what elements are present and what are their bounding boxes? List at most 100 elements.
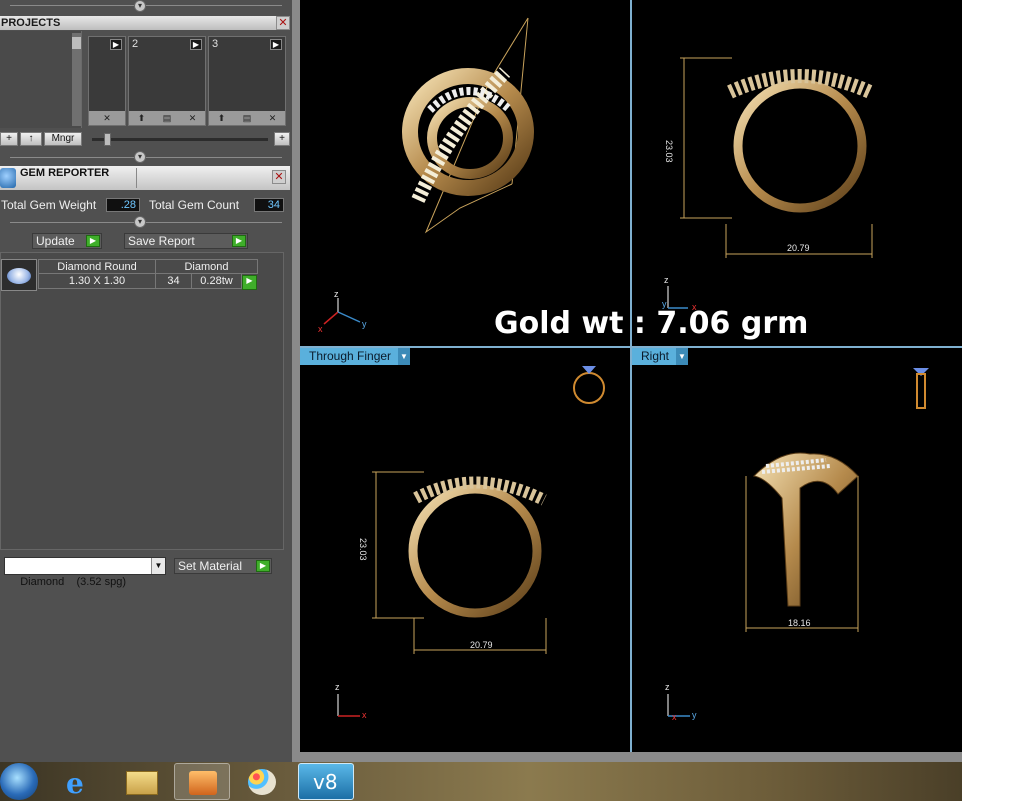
axis-label-z: z: [335, 682, 340, 692]
taskbar: e v8: [0, 762, 962, 801]
x-axis-line: [323, 311, 339, 325]
start-orb-icon[interactable]: [0, 763, 38, 800]
ring-band: [733, 79, 867, 213]
chevron-down-icon[interactable]: ▼: [676, 348, 688, 365]
v8-app-icon[interactable]: v8: [298, 763, 354, 800]
projects-header: PROJECTS: [0, 16, 290, 30]
project-slot-3[interactable]: 3 ▶ ⬆ ▤ ✕: [208, 36, 286, 126]
save-icon[interactable]: ▤: [163, 113, 172, 124]
zoom-slider-track[interactable]: [92, 133, 268, 146]
gem-reporter-header: GEM REPORTER: [0, 166, 290, 190]
zoom-in-button[interactable]: +: [274, 132, 290, 146]
axis-label-z: z: [334, 289, 339, 299]
add-project-button[interactable]: +: [0, 132, 18, 146]
table-cell-weight: 0.28tw: [192, 274, 242, 289]
width-dimension: 20.79: [470, 640, 493, 650]
splitter-handle[interactable]: ▾: [134, 216, 146, 228]
slot-arrow-icon[interactable]: ▶: [270, 39, 282, 50]
ring-side-profile: [752, 452, 859, 607]
right-ring-render: 18.16 z x y: [665, 368, 929, 722]
front-ring-render: 23.03 20.79 z y x: [662, 57, 873, 312]
view-selector-label: Right: [641, 349, 670, 363]
projects-close-button[interactable]: ✕: [276, 16, 290, 30]
axis-label-y: y: [692, 710, 697, 720]
manager-button[interactable]: Mngr: [44, 132, 82, 146]
set-material-go-icon[interactable]: ▶: [256, 560, 270, 572]
file-explorer-icon[interactable]: [114, 763, 170, 800]
height-dimension: 23.03: [664, 140, 674, 163]
axis-label-y: y: [362, 319, 367, 329]
gem-reporter-icon: [0, 168, 16, 188]
gem-thumbnail[interactable]: [1, 259, 37, 291]
save-report-button[interactable]: Save Report ▶: [124, 233, 248, 249]
splitter-handle[interactable]: ▾: [134, 0, 146, 12]
gem-reporter-title: GEM REPORTER: [20, 167, 110, 179]
front-view[interactable]: 23.03 20.79 z y x: [632, 0, 962, 346]
load-icon[interactable]: ⬆: [218, 113, 226, 124]
table-cell-count: 34: [156, 274, 192, 289]
internet-explorer-icon[interactable]: e: [54, 763, 110, 800]
splitter-line: [10, 222, 282, 223]
total-gem-weight-value: .28: [106, 198, 140, 212]
update-button[interactable]: Update ▶: [32, 233, 102, 249]
slot-arrow-icon[interactable]: ▶: [190, 39, 202, 50]
set-material-button[interactable]: Set Material ▶: [174, 558, 272, 574]
chevron-down-icon[interactable]: ▼: [398, 348, 410, 365]
axis-label-x: x: [362, 710, 367, 720]
projects-scrollbar[interactable]: [72, 33, 81, 126]
bounding-line: [424, 17, 529, 234]
slot-number: 2: [132, 38, 139, 50]
load-icon[interactable]: ⬆: [138, 113, 146, 124]
row-go-icon[interactable]: ▶: [242, 275, 257, 290]
projects-list[interactable]: [0, 31, 82, 128]
move-up-button[interactable]: ↑: [20, 132, 42, 146]
right-view[interactable]: 18.16 z x y Right ▼: [632, 348, 962, 752]
delete-icon[interactable]: ✕: [103, 113, 111, 124]
table-cell-size: 1.30 X 1.30: [38, 274, 156, 289]
zoom-slider-handle[interactable]: [104, 133, 111, 146]
axis-label-x: x: [672, 712, 677, 722]
set-material-label: Set Material: [178, 559, 243, 573]
view-orientation-icon: [913, 368, 929, 409]
save-icon[interactable]: ▤: [243, 113, 252, 124]
delete-icon[interactable]: ✕: [189, 113, 197, 124]
scroll-thumb[interactable]: [72, 37, 81, 49]
project-slot-2[interactable]: 2 ▶ ⬆ ▤ ✕: [128, 36, 206, 126]
width-dimension: 20.79: [787, 243, 810, 253]
axis-label-z: z: [665, 682, 670, 692]
paint-icon[interactable]: [234, 763, 290, 800]
perspective-ring-render: z x y: [318, 17, 534, 334]
splitter-handle[interactable]: ▾: [134, 151, 146, 163]
table-header-cell: Diamond: [156, 259, 258, 274]
splitter-line: [10, 157, 282, 158]
gem-reporter-close-button[interactable]: ✕: [272, 170, 286, 184]
height-dimension: 23.03: [358, 538, 368, 561]
total-gem-count-label: Total Gem Count: [149, 198, 240, 212]
total-gem-weight-label: Total Gem Weight: [1, 198, 97, 212]
slot-buttons: ✕: [89, 111, 125, 125]
slot-arrow-icon[interactable]: ▶: [110, 39, 122, 50]
media-player-icon[interactable]: [174, 763, 230, 800]
update-label: Update: [36, 234, 75, 248]
projects-title: PROJECTS: [1, 17, 61, 29]
splitter-line: [10, 5, 282, 6]
view-selector-through-finger[interactable]: Through Finger ▼: [300, 348, 410, 365]
viewport-area: z x y 23.03 20.79 z y x 23.03 20.79 z x …: [292, 0, 962, 762]
gem-table-area: [0, 252, 284, 550]
gold-weight-overlay: Gold wt : 7.06 grm: [494, 306, 809, 341]
perspective-view[interactable]: z x y: [300, 0, 630, 346]
chevron-down-icon[interactable]: ▼: [151, 558, 165, 574]
save-report-go-icon[interactable]: ▶: [232, 235, 246, 247]
viewport-left-border: [292, 0, 300, 762]
through-finger-view[interactable]: 23.03 20.79 z x Through Finger ▼: [300, 348, 630, 752]
delete-icon[interactable]: ✕: [269, 113, 277, 124]
view-selector-label: Through Finger: [309, 349, 392, 363]
project-slot-1[interactable]: ▶ ✕: [88, 36, 126, 126]
slot-buttons: ⬆ ▤ ✕: [209, 111, 285, 125]
view-orientation-icon: [573, 366, 605, 404]
view-selector-right[interactable]: Right ▼: [632, 348, 688, 365]
update-go-icon[interactable]: ▶: [86, 235, 100, 247]
left-panel: ▾ PROJECTS ✕ ▶ ✕ 2 ▶ ⬆ ▤ ✕ 3 ▶ ⬆ ▤ ✕ + ↑ Mng…: [0, 0, 292, 762]
viewport-bottom-border: [292, 752, 962, 762]
material-select[interactable]: Diamond (3.52 spg) ▼: [4, 557, 166, 588]
